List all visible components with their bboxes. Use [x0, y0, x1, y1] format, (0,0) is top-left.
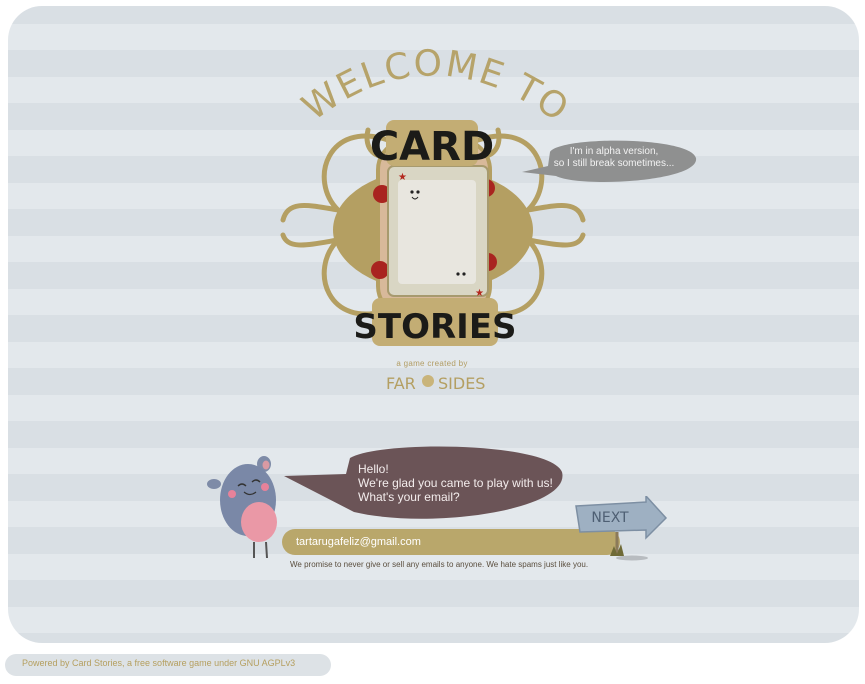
star-icon: ★	[475, 288, 484, 299]
star-icon: ★	[398, 172, 407, 183]
alpha-line-2: so I still break sometimes...	[553, 158, 675, 169]
card-face	[398, 180, 476, 284]
privacy-promise: We promise to never give or sell any ema…	[290, 560, 589, 569]
next-label: NEXT	[591, 510, 629, 526]
greeting-line-3: What's your email?	[358, 490, 460, 504]
greeting-line-2: We're glad you came to play with us!	[358, 476, 553, 490]
greeting-line-1: Hello!	[358, 462, 389, 476]
email-input[interactable]	[282, 529, 620, 555]
bird-icon	[422, 375, 434, 387]
footer-text: Powered by Card Stories, a free software…	[22, 658, 296, 668]
farsides-logo: FAR SIDES	[386, 374, 485, 393]
alpha-line-1: I'm in alpha version,	[569, 146, 659, 157]
created-by-label: a game created by	[396, 359, 468, 368]
monster-mascot	[207, 456, 277, 559]
logo-word-stories: STORIES	[353, 307, 516, 347]
studio-left: FAR	[386, 374, 416, 393]
logo-word-card: CARD	[370, 124, 494, 170]
next-button[interactable]: NEXT	[572, 496, 672, 562]
alpha-notice: I'm in alpha version, so I still break s…	[544, 146, 684, 170]
studio-right: SIDES	[438, 374, 485, 393]
red-ornament	[371, 261, 389, 279]
footer-bar: Powered by Card Stories, a free software…	[5, 654, 331, 676]
greeting-text: Hello! We're glad you came to play with …	[358, 462, 558, 504]
